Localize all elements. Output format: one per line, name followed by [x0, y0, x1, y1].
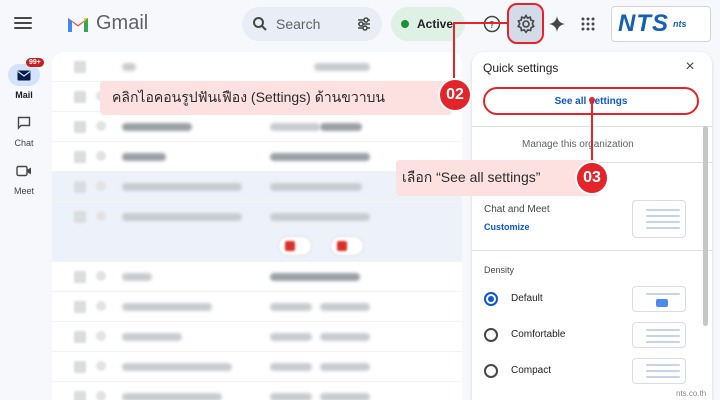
table-row[interactable] — [52, 202, 462, 262]
rail-item-mail[interactable]: 99+ Mail — [0, 58, 48, 100]
menu-line — [14, 17, 32, 19]
chat-meet-label: Chat and Meet — [484, 204, 550, 215]
menu-line — [14, 22, 32, 24]
rail-item-meet[interactable]: Meet — [0, 160, 48, 196]
density-default-label[interactable]: Default — [511, 293, 543, 304]
tutorial-callout-step-3: เลือก “See all settings” — [396, 160, 598, 196]
panel-scrollbar[interactable] — [703, 126, 708, 326]
brand-main-text: NTS — [618, 10, 669, 37]
watermark: nts.co.th — [676, 389, 707, 398]
callout-pin — [589, 97, 595, 103]
gmail-m-icon — [68, 17, 88, 32]
table-row[interactable] — [52, 322, 462, 352]
search-options-icon[interactable] — [356, 16, 372, 32]
density-default-preview — [632, 286, 686, 312]
density-label: Density — [484, 265, 515, 275]
callout-connector — [591, 100, 593, 162]
callout-connector — [453, 22, 508, 24]
divider — [472, 250, 712, 251]
callout-text: คลิกไอคอนรูปฟันเฟือง (Settings) ด้านขวาบ… — [112, 89, 386, 105]
search-box[interactable]: Search — [242, 7, 382, 41]
status-label: Active — [417, 17, 454, 31]
settings-button[interactable] — [507, 3, 544, 44]
density-compact-radio[interactable] — [484, 364, 498, 378]
unread-badge: 99+ — [26, 58, 44, 67]
callout-text: เลือก “See all settings” — [402, 169, 541, 185]
app-name: Gmail — [96, 12, 149, 34]
table-row[interactable] — [52, 352, 462, 382]
chat-icon-wrap — [8, 112, 40, 134]
menu-line — [14, 27, 32, 29]
density-comfortable-label[interactable]: Comfortable — [511, 329, 565, 340]
meet-icon-wrap — [8, 160, 40, 182]
step-number-badge: 03 — [575, 161, 609, 195]
table-row[interactable] — [52, 262, 462, 292]
brand-small-text: nts — [673, 19, 687, 29]
gear-icon — [516, 13, 535, 34]
density-default-radio[interactable] — [484, 292, 498, 306]
rail-label-meet: Meet — [13, 186, 34, 196]
mail-icon-wrap: 99+ — [8, 58, 44, 86]
rail-item-chat[interactable]: Chat — [0, 112, 48, 148]
callout-connector — [453, 22, 455, 80]
step-number-badge: 02 — [438, 78, 472, 112]
density-compact-label[interactable]: Compact — [511, 365, 551, 376]
customize-link[interactable]: Customize — [484, 222, 530, 232]
gmail-logo[interactable]: Gmail — [66, 12, 148, 35]
gemini-icon[interactable] — [545, 12, 569, 36]
manage-organization-link[interactable]: Manage this organization — [522, 139, 634, 150]
search-icon — [253, 17, 267, 31]
apps-grid-icon[interactable] — [576, 12, 600, 36]
help-icon[interactable]: ? — [480, 12, 504, 36]
quick-settings-title: Quick settings — [483, 61, 559, 75]
rail-label-chat: Chat — [14, 138, 34, 148]
table-row[interactable] — [52, 112, 462, 142]
table-row[interactable] — [52, 292, 462, 322]
density-comfortable-preview — [632, 322, 686, 348]
chat-icon — [17, 116, 31, 130]
table-row[interactable] — [52, 382, 462, 400]
account-brand-logo[interactable]: NTS nts — [611, 6, 711, 42]
rail-label-mail: Mail — [15, 90, 33, 100]
density-compact-preview — [632, 358, 686, 384]
main-menu-button[interactable] — [14, 14, 32, 32]
density-comfortable-radio[interactable] — [484, 328, 498, 342]
list-toolbar — [52, 52, 462, 82]
chat-meet-preview — [632, 200, 686, 238]
tutorial-callout-step-2: คลิกไอคอนรูปฟันเฟือง (Settings) ด้านขวาบ… — [100, 81, 452, 115]
status-dot — [401, 20, 409, 28]
video-camera-icon — [16, 165, 31, 177]
close-icon[interactable]: × — [680, 58, 700, 76]
mail-icon — [17, 70, 31, 80]
search-input[interactable]: Search — [276, 16, 348, 32]
